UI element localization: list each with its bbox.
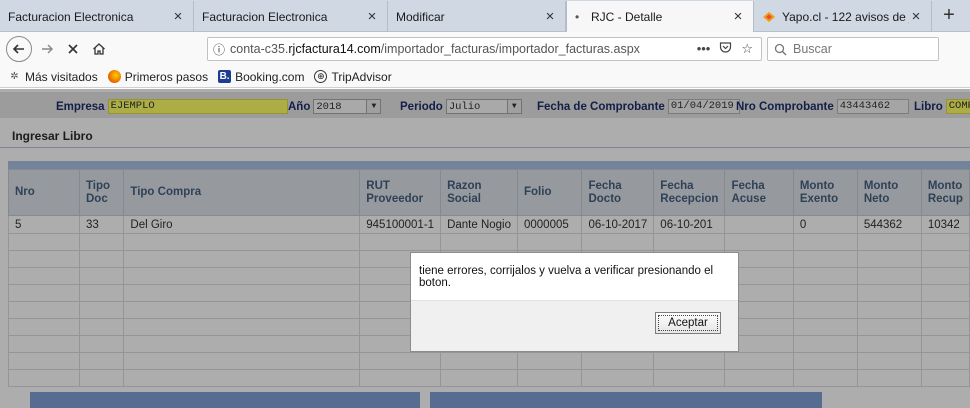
close-icon[interactable]: ×	[365, 8, 379, 25]
url-domain: rjcfactura14.com	[288, 42, 381, 56]
url-text: conta-c35.rjcfactura14.com/importador_fa…	[230, 42, 697, 56]
stop-icon	[68, 44, 78, 54]
error-dialog: tiene errores, corrijalos y vuelva a ver…	[410, 252, 739, 352]
back-button[interactable]	[6, 36, 32, 62]
browser-tab-2[interactable]: Facturacion Electronica ×	[194, 1, 388, 32]
tab-title: RJC - Detalle	[591, 9, 663, 24]
pocket-icon[interactable]	[719, 41, 732, 57]
forward-button[interactable]	[36, 38, 58, 60]
browser-tab-5[interactable]: Yapo.cl - 122 avisos de juegos ×	[754, 1, 932, 32]
url-prefix: conta-c35.	[230, 42, 289, 56]
url-bar[interactable]: ⓘ conta-c35.rjcfactura14.com/importador_…	[207, 37, 762, 61]
browser-tab-1[interactable]: Facturacion Electronica ×	[0, 1, 194, 32]
bookmark-primeros-pasos[interactable]: Primeros pasos	[107, 69, 209, 84]
nav-bar: ⓘ conta-c35.rjcfactura14.com/importador_…	[0, 32, 970, 66]
firefox-icon	[107, 70, 121, 83]
bookmarks-bar: ✲ Más visitados Primeros pasos B. Bookin…	[0, 66, 970, 88]
close-icon[interactable]: ×	[731, 8, 745, 25]
modal-backdrop	[0, 89, 970, 408]
dialog-message: tiene errores, corrijalos y vuelva a ver…	[419, 264, 714, 289]
info-icon[interactable]: ⓘ	[208, 41, 230, 58]
gear-icon: ✲	[10, 71, 19, 82]
booking-icon: B.	[218, 70, 232, 83]
tab-strip: Facturacion Electronica × Facturacion El…	[0, 0, 970, 32]
dialog-footer: Aceptar	[411, 300, 738, 351]
bookmark-mas-visitados[interactable]: ✲ Más visitados	[8, 69, 98, 84]
stop-button[interactable]	[62, 38, 84, 60]
back-arrow-icon	[12, 44, 24, 54]
globe-icon: ⊕	[314, 70, 328, 83]
tab-title: Facturacion Electronica	[202, 9, 328, 24]
new-tab-button[interactable]: +	[932, 0, 966, 31]
aceptar-button[interactable]: Aceptar	[655, 312, 721, 334]
bookmark-label: TripAdvisor	[331, 69, 392, 84]
bookmark-label: Primeros pasos	[124, 69, 209, 84]
browser-tab-3[interactable]: Modificar ×	[388, 1, 566, 32]
close-icon[interactable]: ×	[909, 8, 923, 25]
url-path: /importador_facturas/importador_facturas…	[380, 42, 640, 56]
close-icon[interactable]: ×	[543, 8, 557, 25]
yapo-favicon-icon	[763, 11, 775, 22]
bookmark-tripadvisor[interactable]: ⊕ TripAdvisor	[314, 69, 392, 84]
page-actions-icon[interactable]: •••	[697, 41, 711, 57]
home-icon	[93, 43, 105, 55]
forward-arrow-icon	[42, 44, 53, 54]
home-button[interactable]	[88, 38, 110, 60]
bookmark-label: Booking.com	[235, 69, 305, 84]
search-input[interactable]: Buscar	[767, 37, 939, 61]
browser-tab-active[interactable]: • RJC - Detalle ×	[566, 1, 754, 32]
search-placeholder: Buscar	[793, 42, 832, 56]
search-icon	[774, 43, 787, 55]
bookmark-label: Más visitados	[25, 69, 98, 84]
tab-title: Facturacion Electronica	[8, 9, 134, 24]
bookmark-star-icon[interactable]: ☆	[741, 41, 753, 57]
tab-title: Yapo.cl - 122 avisos de juegos	[782, 9, 909, 24]
tab-title: Modificar	[396, 9, 445, 24]
close-icon[interactable]: ×	[171, 8, 185, 25]
url-tools: ••• ☆	[697, 41, 761, 57]
bookmark-booking[interactable]: B. Booking.com	[218, 70, 304, 84]
loading-dot-icon: •	[575, 9, 580, 24]
